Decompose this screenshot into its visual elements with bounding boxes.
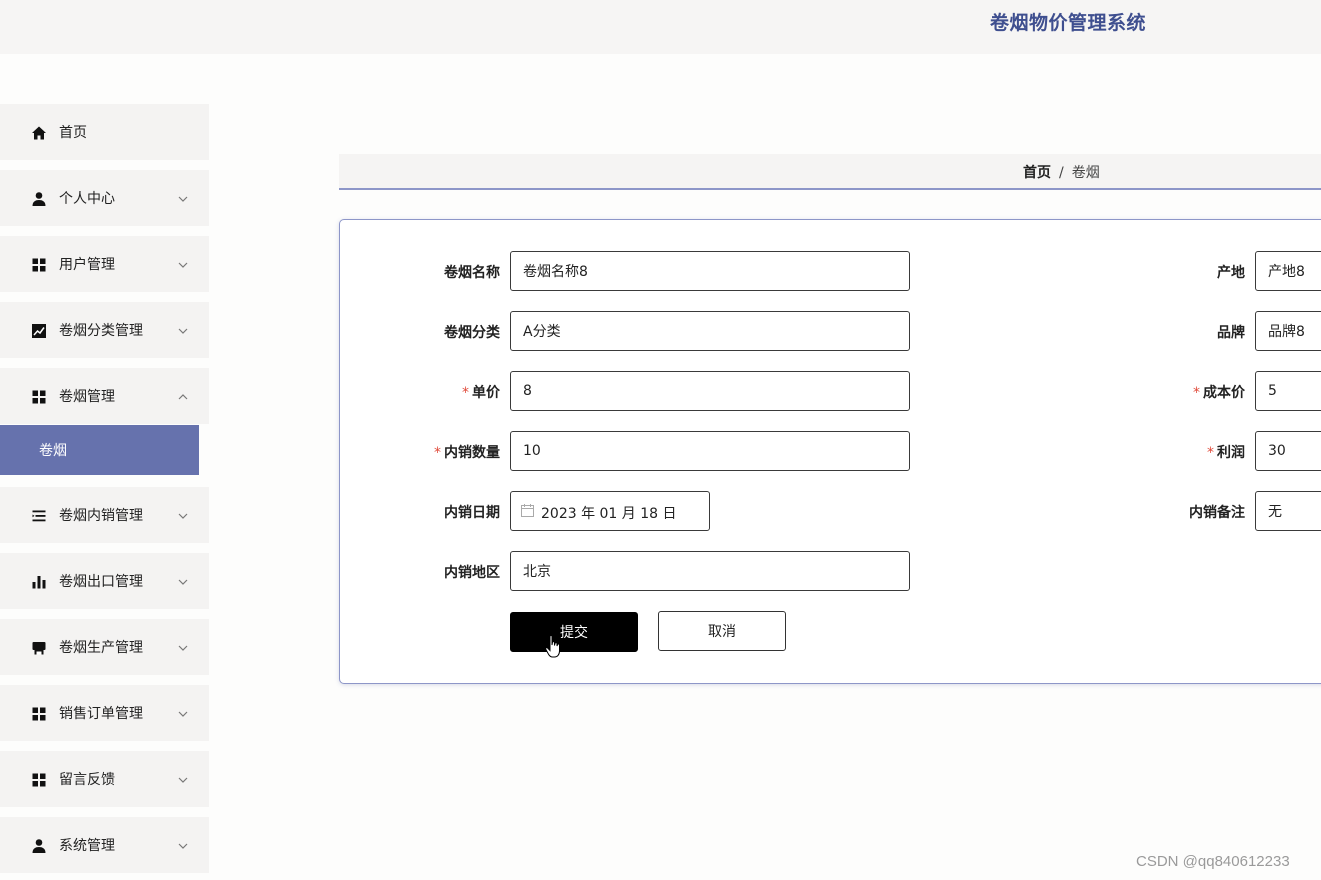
chevron-down-icon [177,322,189,334]
breadcrumb-home-link[interactable]: 首页 [1023,165,1051,181]
submit-button[interactable]: 提交 [510,612,638,652]
required-mark: * [462,385,469,401]
sidebar-item-label: 卷烟分类管理 [59,323,143,339]
category-field[interactable] [510,311,910,351]
date-label: 内销日期 [444,505,500,521]
bar-chart-icon [31,574,47,590]
name-label: 卷烟名称 [444,265,500,281]
sidebar-item-label: 卷烟内销管理 [59,508,143,524]
top-header: 卷烟物价管理系统 [0,0,1321,54]
store-icon [31,640,47,656]
brand-label: 品牌 [1217,325,1245,341]
required-mark: * [434,445,441,461]
user-icon [31,191,47,207]
region-field[interactable] [510,551,910,591]
chevron-down-icon [177,573,189,585]
cancel-button[interactable]: 取消 [658,611,786,651]
chevron-down-icon [177,705,189,717]
breadcrumb-current: 卷烟 [1071,165,1100,181]
quantity-field[interactable] [510,431,910,471]
price-label: * 单价 [462,385,500,401]
grid-icon [31,706,47,722]
sidebar-item-user-management[interactable]: 用户管理 [0,236,209,292]
brand-field[interactable] [1255,311,1321,351]
sidebar-item-label: 留言反馈 [59,772,115,788]
sidebar-item-export[interactable]: 卷烟出口管理 [0,553,209,609]
profit-field[interactable] [1255,431,1321,471]
region-label: 内销地区 [444,565,500,581]
date-value: 2023 年 01 月 18 日 [541,506,677,522]
origin-field[interactable] [1255,251,1321,291]
sidebar-item-home[interactable]: 首页 [0,104,209,160]
home-icon [31,125,47,141]
watermark: CSDN @qq840612233 [1136,853,1290,870]
sidebar-item-feedback[interactable]: 留言反馈 [0,751,209,807]
chevron-down-icon [177,639,189,651]
breadcrumb-bar: 首页 / 卷烟 [339,154,1321,190]
list-icon [31,508,47,524]
breadcrumb-separator: / [1059,165,1064,181]
user-icon [31,838,47,854]
cost-label: * 成本价 [1193,385,1245,401]
app-title: 卷烟物价管理系统 [990,12,1147,34]
sidebar-item-personal-center[interactable]: 个人中心 [0,170,209,226]
sidebar-item-cigarette-management[interactable]: 卷烟管理 [0,368,209,424]
sidebar-subitem-label: 卷烟 [39,443,67,459]
quantity-label: * 内销数量 [434,445,500,461]
sidebar-item-label: 卷烟生产管理 [59,640,143,656]
origin-label: 产地 [1217,265,1245,281]
grid-icon [31,257,47,273]
chevron-up-icon [177,388,189,400]
cost-field[interactable] [1255,371,1321,411]
remark-label: 内销备注 [1189,505,1245,521]
grid-icon [31,389,47,405]
sidebar-item-system-management[interactable]: 系统管理 [0,817,209,873]
sidebar-item-domestic-sales[interactable]: 卷烟内销管理 [0,487,209,543]
required-mark: * [1207,445,1214,461]
chevron-down-icon [177,771,189,783]
chevron-down-icon [177,190,189,202]
sidebar-item-label: 系统管理 [59,838,115,854]
sidebar-item-label: 用户管理 [59,257,115,273]
chart-line-icon [31,323,47,339]
required-mark: * [1193,385,1200,401]
chevron-down-icon [177,256,189,268]
sidebar-item-production[interactable]: 卷烟生产管理 [0,619,209,675]
sidebar-item-label: 卷烟管理 [59,389,115,405]
chevron-down-icon [177,837,189,849]
cigarette-form: 卷烟名称 产地 卷烟分类 品牌 *单价 *成本价 *内销数量 *利润 内销日期 … [339,219,1321,684]
chevron-down-icon [177,507,189,519]
name-field[interactable] [510,251,910,291]
sidebar-item-label: 首页 [59,125,87,141]
sidebar-item-label: 卷烟出口管理 [59,574,143,590]
date-picker[interactable]: 2023 年 01 月 18 日 [510,491,710,531]
calendar-icon [521,504,534,517]
sidebar-item-category-management[interactable]: 卷烟分类管理 [0,302,209,358]
category-label: 卷烟分类 [444,325,500,341]
breadcrumb: 首页 / 卷烟 [1023,162,1100,182]
sidebar-item-sales-orders[interactable]: 销售订单管理 [0,685,209,741]
remark-field[interactable] [1255,491,1321,531]
profit-label: * 利润 [1207,445,1245,461]
grid-icon [31,772,47,788]
sidebar-item-label: 个人中心 [59,191,115,207]
sidebar-item-label: 销售订单管理 [59,706,143,722]
price-field[interactable] [510,371,910,411]
sidebar-subitem-cigarette[interactable]: 卷烟 [0,425,199,475]
